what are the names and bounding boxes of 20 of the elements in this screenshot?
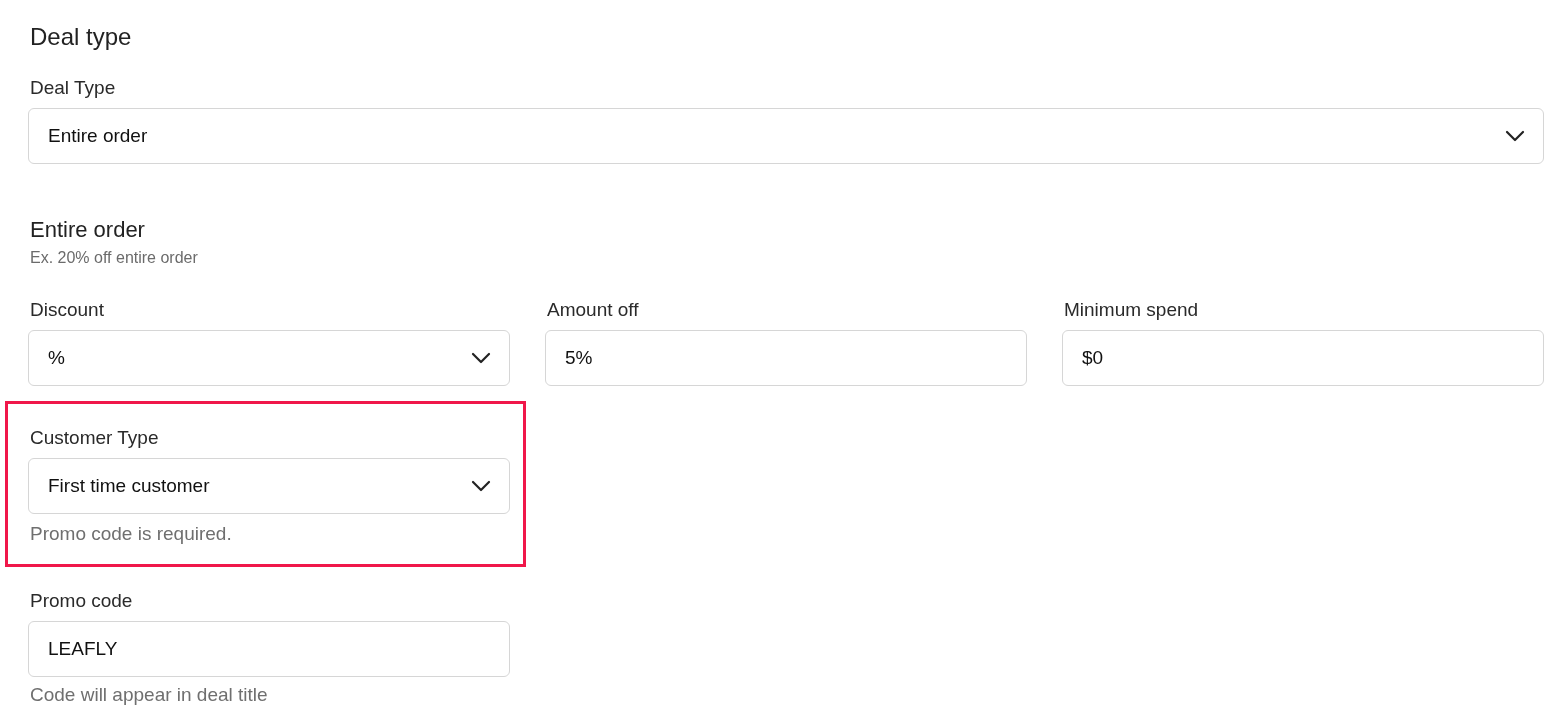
subsection-title: Entire order [30,216,146,244]
input-field[interactable]: 5% [545,330,1027,386]
discount-dropdown[interactable]: % [28,330,510,386]
hint-text: Ex. 20% off entire order [30,248,199,268]
helper-text: Code will appear in deal title [30,683,269,707]
chevron-down-icon [1505,130,1525,142]
field-label: Minimum spend [1064,298,1200,322]
helper-text: Promo code is required. [30,522,233,546]
chevron-down-icon [471,480,491,492]
chevron-down-icon [471,352,491,364]
field-label: Deal Type [30,76,117,100]
field-label: Amount off [547,298,640,322]
promo-code-field[interactable]: LEAFLY [28,621,510,677]
field-label: Customer Type [30,426,160,450]
customer-type-dropdown[interactable]: First time customer [28,458,510,514]
input-field[interactable]: $0 [1062,330,1544,386]
field-label: Promo code [30,589,134,613]
field-label: Discount [30,298,105,322]
section-title: Deal type [30,22,133,52]
deal-type-dropdown[interactable]: Entire order [28,108,1544,164]
